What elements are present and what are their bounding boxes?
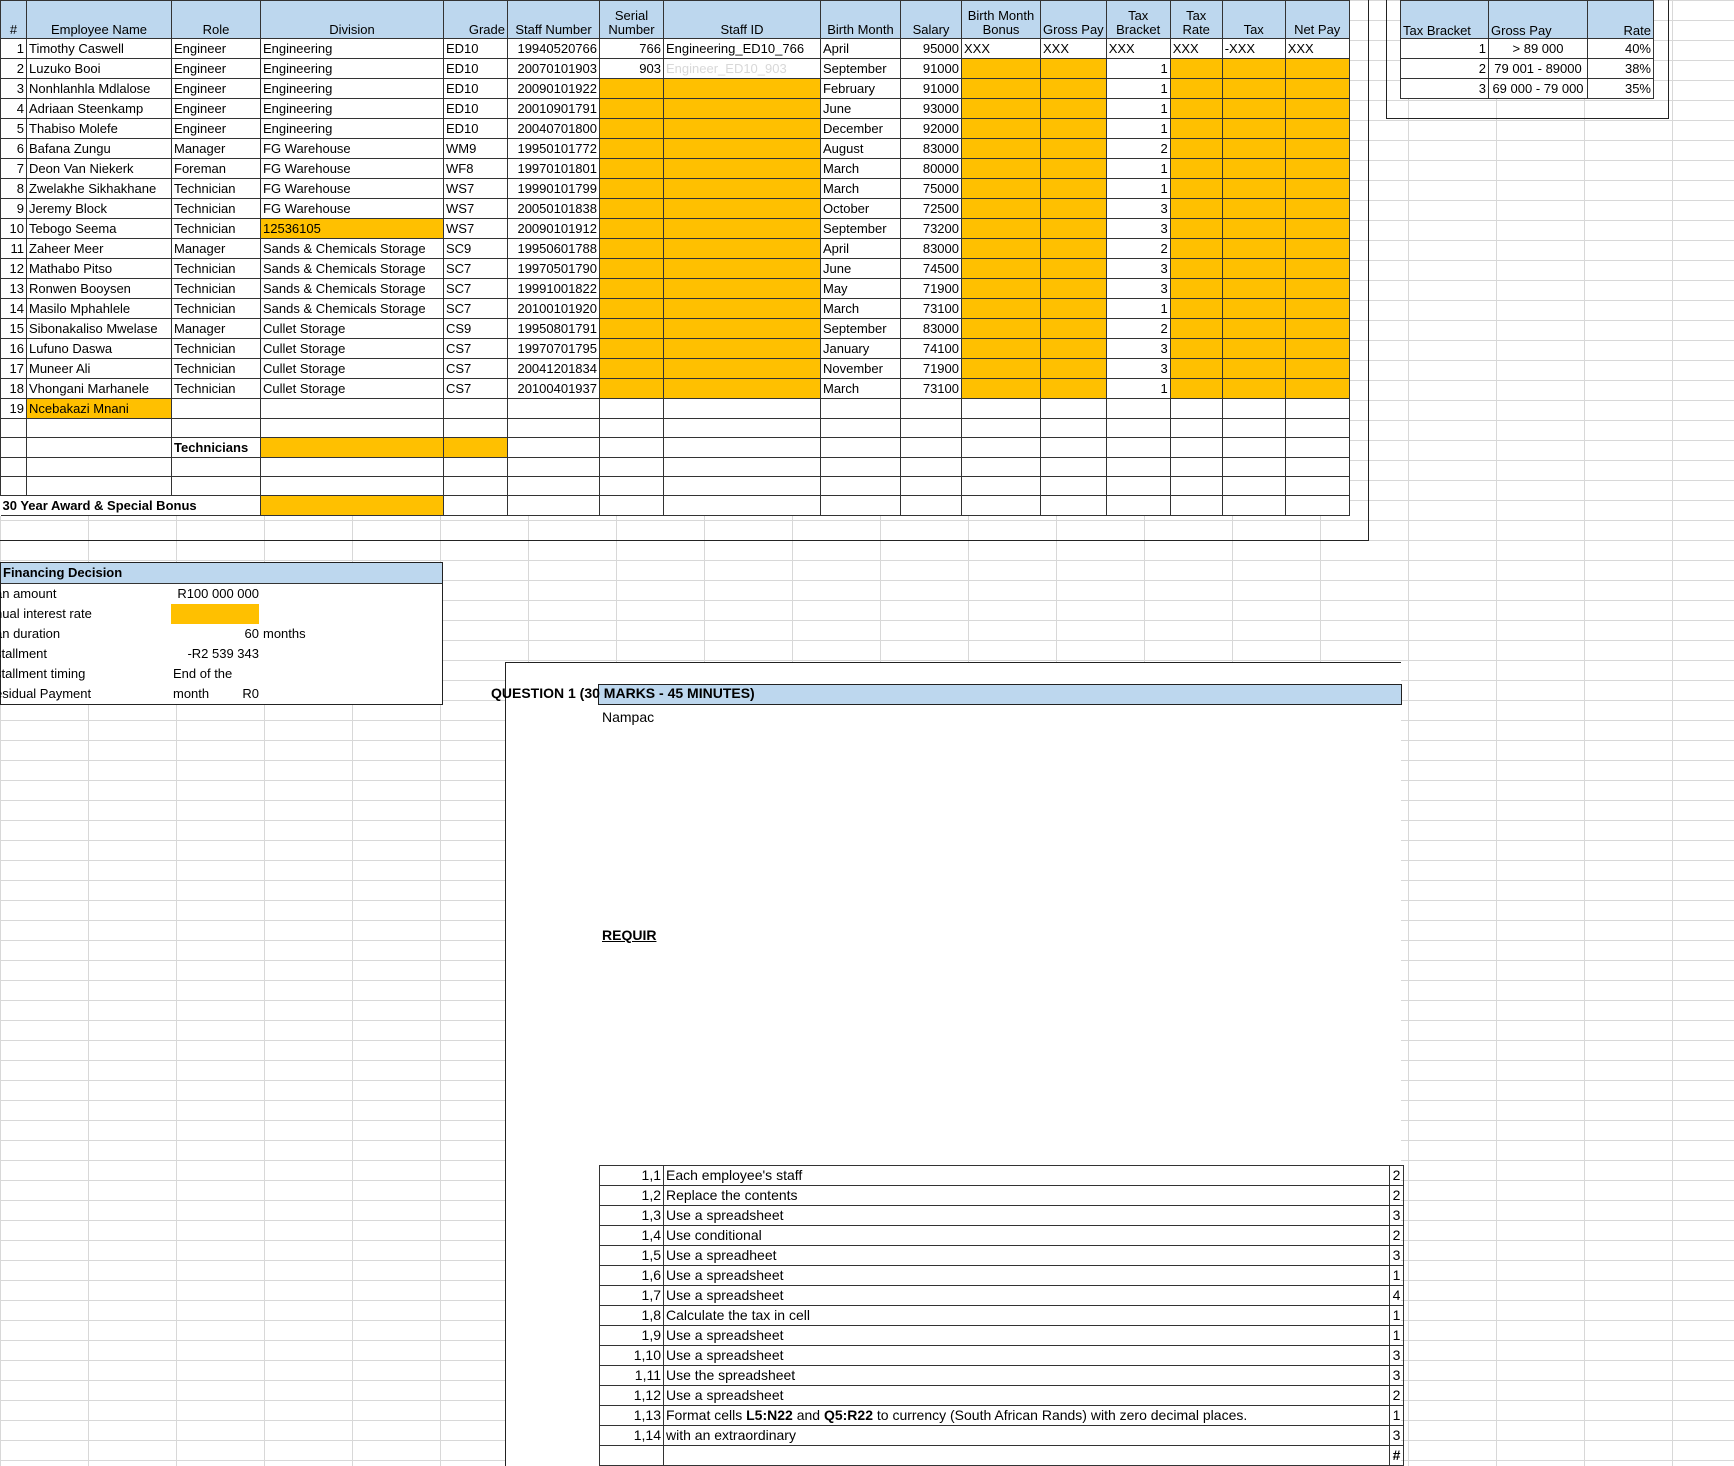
requirement-number: 1,8	[599, 1305, 664, 1326]
installment-value[interactable]: -R2 539 343	[171, 644, 259, 664]
requirement-text[interactable]: Use conditional	[663, 1225, 1390, 1246]
requirement-number: 1,10	[599, 1345, 664, 1366]
question-panel: QUESTION 1 (30 MARKS - 45 MINUTES) Nampa…	[491, 662, 1404, 1466]
installment-row[interactable]: stallment -R2 539 343	[0, 644, 442, 664]
requirement-number: 1,7	[599, 1285, 664, 1306]
requirement-marks[interactable]: 2	[1389, 1185, 1404, 1206]
residual-payment-label: esidual Payment	[0, 686, 92, 701]
requirement-row[interactable]: 1,11 Use the spreadsheet 3	[599, 1365, 1404, 1386]
requirement-marks[interactable]: 3	[1389, 1205, 1404, 1226]
loan-duration-unit: months	[263, 626, 306, 641]
requirement-marks[interactable]: 1	[1389, 1325, 1404, 1346]
requirement-marks[interactable]: 3	[1389, 1245, 1404, 1266]
requirement-text[interactable]: Use the spreadsheet	[663, 1365, 1390, 1386]
tax-frame-border	[1386, 0, 1669, 119]
requirement-number: 1,6	[599, 1265, 664, 1286]
requirement-row[interactable]: 1,4 Use conditional 2	[599, 1225, 1404, 1246]
requirement-number: 1,2	[599, 1185, 664, 1206]
question-title: QUESTION 1 (30 MARKS - 45 MINUTES)	[491, 685, 755, 701]
installment-timing-label: stallment timing	[0, 666, 86, 681]
requirement-number: 1,12	[599, 1385, 664, 1406]
requirement-row[interactable]: 1,2 Replace the contents 2	[599, 1185, 1404, 1206]
requirement-number: 1,13	[599, 1405, 664, 1426]
requirement-number: 1,5	[599, 1245, 664, 1266]
requirements-rows: 1,1 Each employee's staff 2 1,2 Replace the …	[599, 1165, 1404, 1466]
requirements-total-row[interactable]: #	[599, 1445, 1404, 1466]
requirement-text[interactable]: Use a spreadheet	[663, 1245, 1390, 1266]
financing-panel: Financing Decision an amount R100 000 00…	[0, 562, 443, 705]
requirement-text[interactable]: Use a spreadsheet	[663, 1345, 1390, 1366]
requirement-row[interactable]: 1,14 with an extraordinary 3	[599, 1425, 1404, 1446]
loan-duration-row[interactable]: an duration 60 months	[0, 624, 442, 644]
requirement-marks[interactable]: 3	[1389, 1365, 1404, 1386]
interest-rate-label: nual interest rate	[0, 606, 92, 621]
requirement-marks[interactable]: 2	[1389, 1225, 1404, 1246]
requirements-table: 1,1 Each employee's staff 2 1,2 Replace the …	[599, 1165, 1404, 1466]
total-marks[interactable]: #	[1389, 1445, 1404, 1466]
requirement-text[interactable]: Replace the contents	[663, 1185, 1390, 1206]
requirement-number: 1,11	[599, 1365, 664, 1386]
requirement-text[interactable]: Use a spreadsheet	[663, 1385, 1390, 1406]
requirement-text[interactable]: Each employee's staff	[663, 1165, 1390, 1186]
requirement-row[interactable]: 1,12 Use a spreadsheet 2	[599, 1385, 1404, 1406]
requirement-number: 1,1	[599, 1165, 664, 1186]
company-name: Nampac	[602, 709, 655, 725]
requirement-text[interactable]: Calculate the tax in cell	[663, 1305, 1390, 1326]
requirement-row[interactable]: 1,8 Calculate the tax in cell 1	[599, 1305, 1404, 1326]
requirement-range-2: Q5:R22	[823, 1407, 873, 1423]
requirement-row[interactable]: 1,1 Each employee's staff 2	[599, 1165, 1404, 1186]
requirement-marks[interactable]: 3	[1389, 1345, 1404, 1366]
loan-duration-label: an duration	[0, 626, 61, 641]
requirement-text[interactable]: with an extraordinary	[663, 1425, 1390, 1446]
main-frame-border	[0, 0, 1369, 541]
requirement-marks[interactable]: 1	[1389, 1305, 1404, 1326]
requirement-marks[interactable]: 1	[1389, 1405, 1404, 1426]
cell-empty	[663, 1445, 1390, 1466]
requirement-text[interactable]: Use a spreadsheet	[663, 1205, 1390, 1226]
requirement-row[interactable]: 1,10 Use a spreadsheet 3	[599, 1345, 1404, 1366]
requirement-text[interactable]: Format cells L5:N22 and Q5:R22 to curren…	[663, 1405, 1390, 1426]
requirement-text[interactable]: Use a spreadsheet	[663, 1285, 1390, 1306]
requirement-row[interactable]: 1,13 Format cells L5:N22 and Q5:R22 to cu…	[599, 1405, 1404, 1426]
requirement-number: 1,3	[599, 1205, 664, 1226]
loan-amount-label: an amount	[0, 586, 57, 601]
requirement-marks[interactable]: 2	[1389, 1165, 1404, 1186]
installment-timing-row[interactable]: stallment timing End of the month	[0, 664, 442, 701]
residual-payment-row[interactable]: esidual Payment R0	[0, 684, 442, 704]
requirement-number: 1,4	[599, 1225, 664, 1246]
cell-empty	[599, 1445, 664, 1466]
requirement-text[interactable]: Use a spreadsheet	[663, 1325, 1390, 1346]
requirement-number: 1,14	[599, 1425, 664, 1446]
requirement-marks[interactable]: 1	[1389, 1265, 1404, 1286]
interest-rate-row[interactable]: nual interest rate	[0, 604, 442, 624]
loan-amount-row[interactable]: an amount R100 000 000	[0, 584, 442, 604]
requirement-number: 1,9	[599, 1325, 664, 1346]
loan-duration-value[interactable]: 60	[171, 624, 259, 644]
interest-rate-input[interactable]	[171, 604, 259, 624]
requirement-row[interactable]: 1,7 Use a spreadsheet 4	[599, 1285, 1404, 1306]
requirement-row[interactable]: 1,9 Use a spreadsheet 1	[599, 1325, 1404, 1346]
required-heading: REQUIR	[602, 927, 657, 943]
requirement-marks[interactable]: 2	[1389, 1385, 1404, 1406]
requirement-row[interactable]: 1,3 Use a spreadsheet 3	[599, 1205, 1404, 1226]
financing-title: Financing Decision	[1, 563, 442, 584]
requirement-text[interactable]: Use a spreadsheet	[663, 1265, 1390, 1286]
requirement-range-1: L5:N22	[746, 1407, 793, 1423]
requirement-marks[interactable]: 3	[1389, 1425, 1404, 1446]
requirement-row[interactable]: 1,6 Use a spreadsheet 1	[599, 1265, 1404, 1286]
requirement-row[interactable]: 1,5 Use a spreadheet 3	[599, 1245, 1404, 1266]
loan-amount-value[interactable]: R100 000 000	[171, 584, 259, 604]
installment-label: stallment	[0, 646, 48, 661]
residual-payment-value[interactable]: R0	[171, 684, 259, 704]
requirement-marks[interactable]: 4	[1389, 1285, 1404, 1306]
